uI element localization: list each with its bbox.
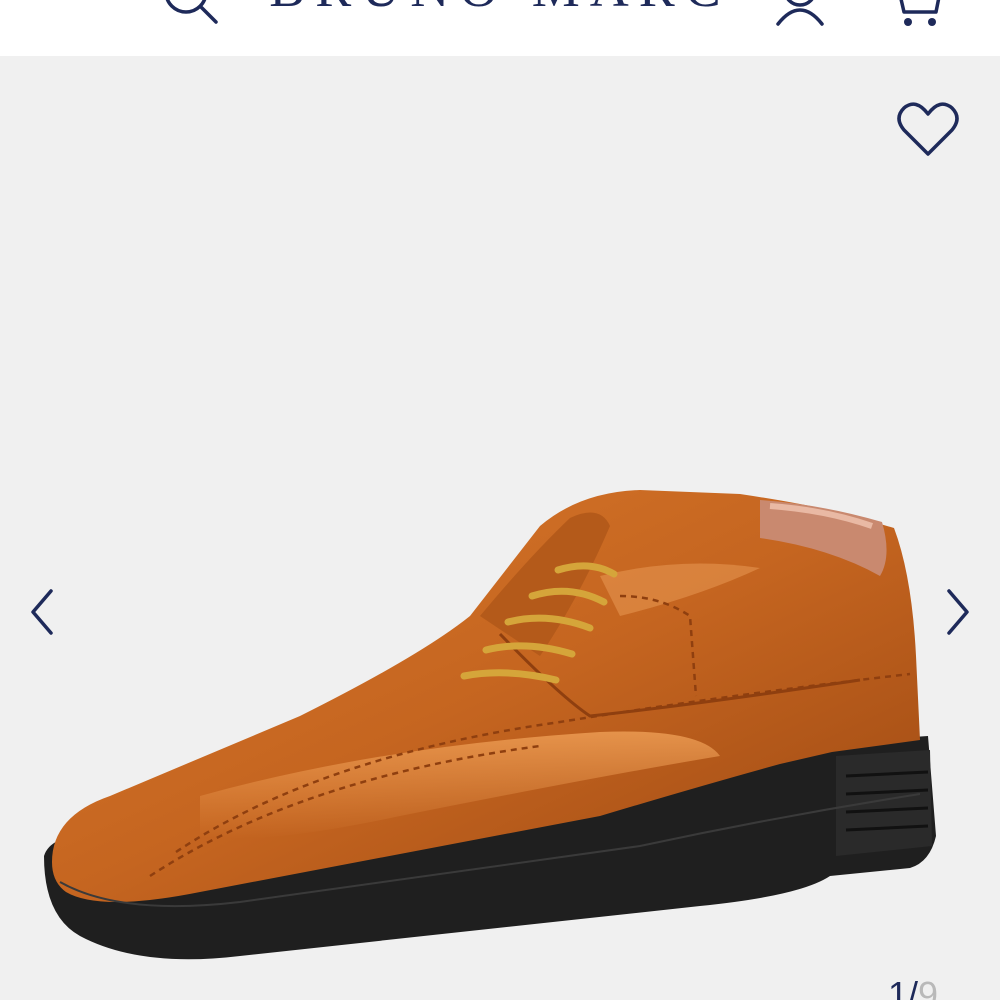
account-icon[interactable] [770, 0, 830, 26]
menu-icon[interactable] [56, 0, 116, 26]
image-counter: 1/9 [888, 974, 938, 1000]
cart-icon[interactable] [884, 0, 944, 26]
brand-logo[interactable]: BRUNO MARC [250, 0, 750, 18]
wishlist-heart-icon[interactable] [896, 100, 960, 160]
next-image-chevron-right-icon[interactable] [938, 584, 978, 640]
image-counter-separator: / [908, 974, 919, 1000]
search-icon[interactable] [160, 0, 220, 26]
site-header: BRUNO MARC [0, 0, 1000, 56]
image-counter-total: 9 [918, 974, 939, 1000]
product-gallery[interactable]: 1/9 [0, 56, 1000, 1000]
prev-image-chevron-left-icon[interactable] [22, 584, 62, 640]
product-image[interactable] [0, 56, 1000, 1000]
image-counter-current: 1 [888, 974, 909, 1000]
